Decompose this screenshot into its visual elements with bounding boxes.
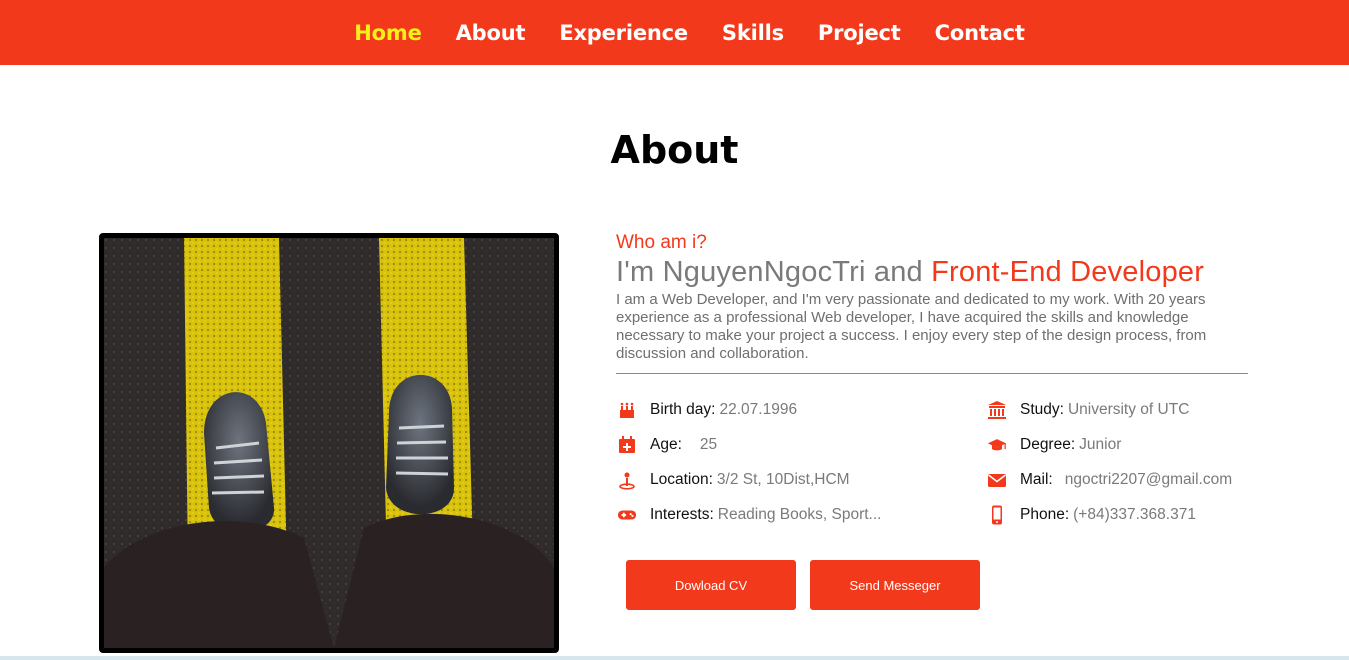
top-navbar: Home About Experience Skills Project Con… [0, 0, 1349, 65]
age-value: 25 [699, 436, 718, 453]
detail-mail: Mail: ngoctri2207@gmail.com [986, 468, 1232, 492]
road-feet-image [104, 238, 554, 648]
gamepad-icon [616, 504, 638, 526]
mail-value[interactable]: ngoctri2207@gmail.com [1065, 471, 1232, 489]
page: Home About Experience Skills Project Con… [0, 0, 1349, 660]
interests-label: Interests: [650, 506, 714, 523]
detail-study: Study: University of UTC [986, 398, 1189, 422]
study-value: University of UTC [1067, 401, 1190, 418]
birthday-label: Birth day: [650, 401, 716, 418]
age-label: Age: [650, 436, 682, 453]
envelope-icon [986, 469, 1008, 491]
profile-photo [99, 233, 559, 653]
degree-label: Degree: [1020, 436, 1076, 453]
about-section-title: About [610, 128, 739, 172]
nav-contact-link[interactable]: Contact [935, 21, 1025, 45]
bottom-divider [0, 656, 1349, 660]
graduation-cap-icon [986, 434, 1008, 456]
nav-project-link[interactable]: Project [818, 21, 901, 45]
mobile-phone-icon [986, 504, 1008, 526]
who-am-i-label: Who am i? [616, 232, 707, 253]
detail-location: Location: 3/2 St, 10Dist,HCM [616, 468, 850, 492]
birthday-cake-icon [616, 399, 638, 421]
detail-degree: Degree: Junior [986, 433, 1121, 457]
study-label: Study: [1020, 401, 1064, 418]
nav-list: Home About Experience Skills Project Con… [324, 21, 1025, 45]
bio-text: I am a Web Developer, and I'm very passi… [616, 291, 1248, 374]
headline-role: Front-End Developer [931, 256, 1205, 288]
download-cv-button[interactable]: Dowload CV [626, 560, 796, 610]
headline: I'm NguyenNgocTri and Front-End Develope… [616, 256, 1256, 289]
detail-birthday: Birth day: 22.07.1996 [616, 398, 797, 422]
nav-experience-link[interactable]: Experience [559, 21, 688, 45]
detail-interests: Interests: Reading Books, Sport... [616, 503, 881, 527]
nav-skills-link[interactable]: Skills [722, 21, 784, 45]
calendar-plus-icon [616, 434, 638, 456]
birthday-value: 22.07.1996 [719, 401, 798, 418]
phone-value[interactable]: (+84)337.368.371 [1073, 506, 1196, 524]
university-icon [986, 399, 1008, 421]
detail-phone: Phone: (+84)337.368.371 [986, 503, 1196, 527]
about-info: Who am i? I'm NguyenNgocTri and Front-En… [616, 232, 1256, 374]
interests-value: Reading Books, Sport... [717, 506, 882, 523]
nav-home-link[interactable]: Home [354, 21, 422, 45]
location-pin-icon [616, 469, 638, 491]
send-message-button[interactable]: Send Messeger [810, 560, 980, 610]
mail-label: Mail: [1020, 471, 1053, 488]
headline-name: I'm NguyenNgocTri and [616, 256, 932, 288]
location-value: 3/2 St, 10Dist,HCM [716, 471, 850, 488]
degree-value: Junior [1079, 436, 1122, 453]
phone-label: Phone: [1020, 506, 1070, 523]
nav-about-link[interactable]: About [456, 21, 526, 45]
detail-age: Age: 25 [616, 433, 717, 457]
location-label: Location: [650, 471, 713, 488]
